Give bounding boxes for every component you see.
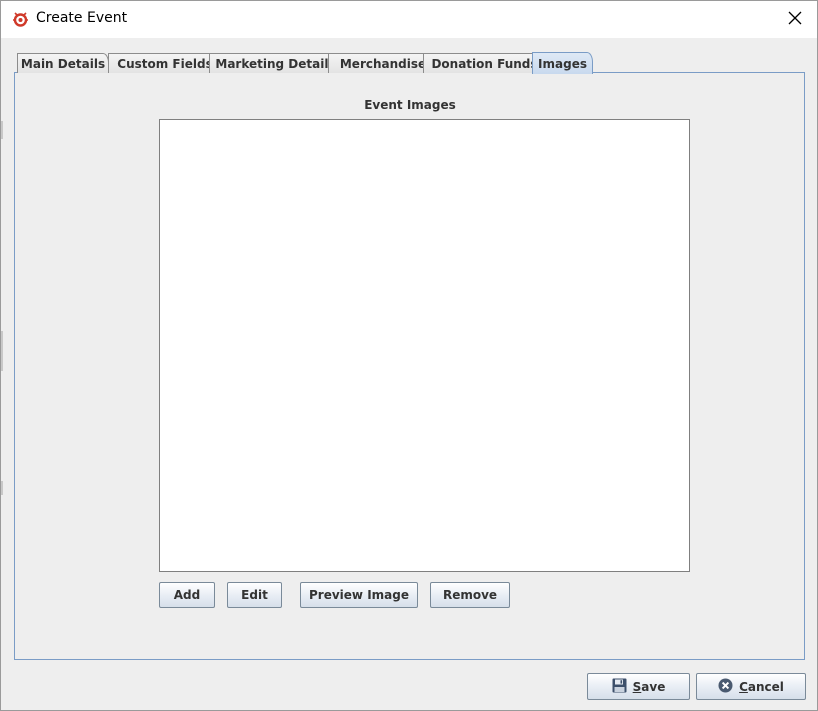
event-images-list[interactable]: [159, 119, 690, 572]
edge-mark: [1, 481, 3, 495]
title-bar[interactable]: Create Event: [1, 1, 817, 38]
remove-image-button[interactable]: Remove: [430, 582, 510, 608]
app-logo-icon: [12, 11, 29, 28]
cancel-button-label: Cancel: [739, 679, 784, 694]
cancel-x-circle-icon: [718, 678, 733, 696]
floppy-disk-icon: [612, 678, 627, 696]
tab-marketing-details[interactable]: Marketing Details: [209, 53, 342, 73]
save-button-label: Save: [632, 679, 666, 694]
tab-strip: Main Details Custom Fields Marketing Det…: [15, 52, 805, 74]
tab-merchandise[interactable]: Merchandise: [328, 53, 438, 73]
add-image-button[interactable]: Add: [159, 582, 215, 608]
edit-image-button[interactable]: Edit: [227, 582, 282, 608]
close-button[interactable]: [773, 1, 817, 38]
window-title: Create Event: [36, 10, 128, 26]
save-button[interactable]: Save: [587, 673, 690, 700]
tab-images[interactable]: Images: [532, 52, 593, 74]
close-icon: [788, 10, 802, 29]
tab-main-details[interactable]: Main Details: [17, 53, 109, 73]
edge-mark: [1, 121, 3, 139]
edge-mark: [1, 331, 3, 371]
cancel-button[interactable]: Cancel: [696, 673, 806, 700]
create-event-dialog: Create Event Main Details Custom Fields …: [0, 0, 818, 711]
preview-image-button[interactable]: Preview Image: [300, 582, 418, 608]
tab-donation-funds[interactable]: Donation Funds: [423, 53, 546, 73]
tab-custom-fields[interactable]: Custom Fields: [108, 53, 222, 73]
event-images-heading: Event Images: [364, 98, 456, 112]
